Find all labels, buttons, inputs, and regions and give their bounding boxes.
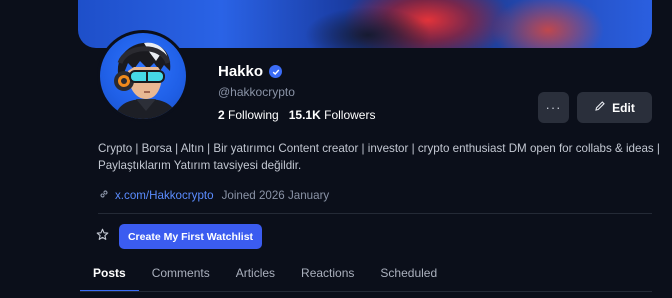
avatar[interactable] <box>97 30 189 122</box>
more-options-button[interactable]: ··· <box>538 92 569 123</box>
tab-posts[interactable]: Posts <box>80 262 139 292</box>
following-stat[interactable]: 2 Following <box>218 108 279 122</box>
avatar-image <box>100 33 186 119</box>
star-icon[interactable] <box>96 228 109 246</box>
edit-label: Edit <box>612 100 635 115</box>
profile-tabs: Posts Comments Articles Reactions Schedu… <box>80 262 450 292</box>
profile-page: Hakko @hakkocrypto 2 Following 15.1K Fol… <box>0 0 672 298</box>
profile-name: Hakko <box>218 63 264 80</box>
tabs-divider <box>80 291 652 292</box>
following-count: 2 <box>218 108 225 122</box>
tab-scheduled[interactable]: Scheduled <box>367 262 450 292</box>
more-options-label: ··· <box>545 100 562 115</box>
profile-handle: @hakkocrypto <box>218 85 295 99</box>
profile-meta: x.com/Hakkocrypto Joined 2026 January <box>98 188 329 203</box>
divider <box>98 213 652 214</box>
link-icon <box>98 188 110 203</box>
create-watchlist-button[interactable]: Create My First Watchlist <box>119 224 262 249</box>
profile-bio: Crypto | Borsa | Altın | Bir yatırımcı C… <box>98 142 660 172</box>
name-row: Hakko <box>218 63 283 80</box>
pencil-icon <box>594 100 606 115</box>
joined-date: Joined 2026 January <box>221 189 330 202</box>
followers-label: Followers <box>324 108 376 122</box>
profile-link[interactable]: x.com/Hakkocrypto <box>115 189 214 202</box>
followers-count: 15.1K <box>288 108 321 122</box>
followers-stat[interactable]: 15.1K Followers <box>289 108 376 122</box>
tab-reactions[interactable]: Reactions <box>288 262 367 292</box>
edit-profile-button[interactable]: Edit <box>577 92 652 123</box>
follow-stats: 2 Following 15.1K Followers <box>218 108 375 122</box>
tab-articles[interactable]: Articles <box>223 262 288 292</box>
following-label: Following <box>228 108 279 122</box>
verified-badge-icon <box>269 65 283 78</box>
tab-comments[interactable]: Comments <box>139 262 223 292</box>
